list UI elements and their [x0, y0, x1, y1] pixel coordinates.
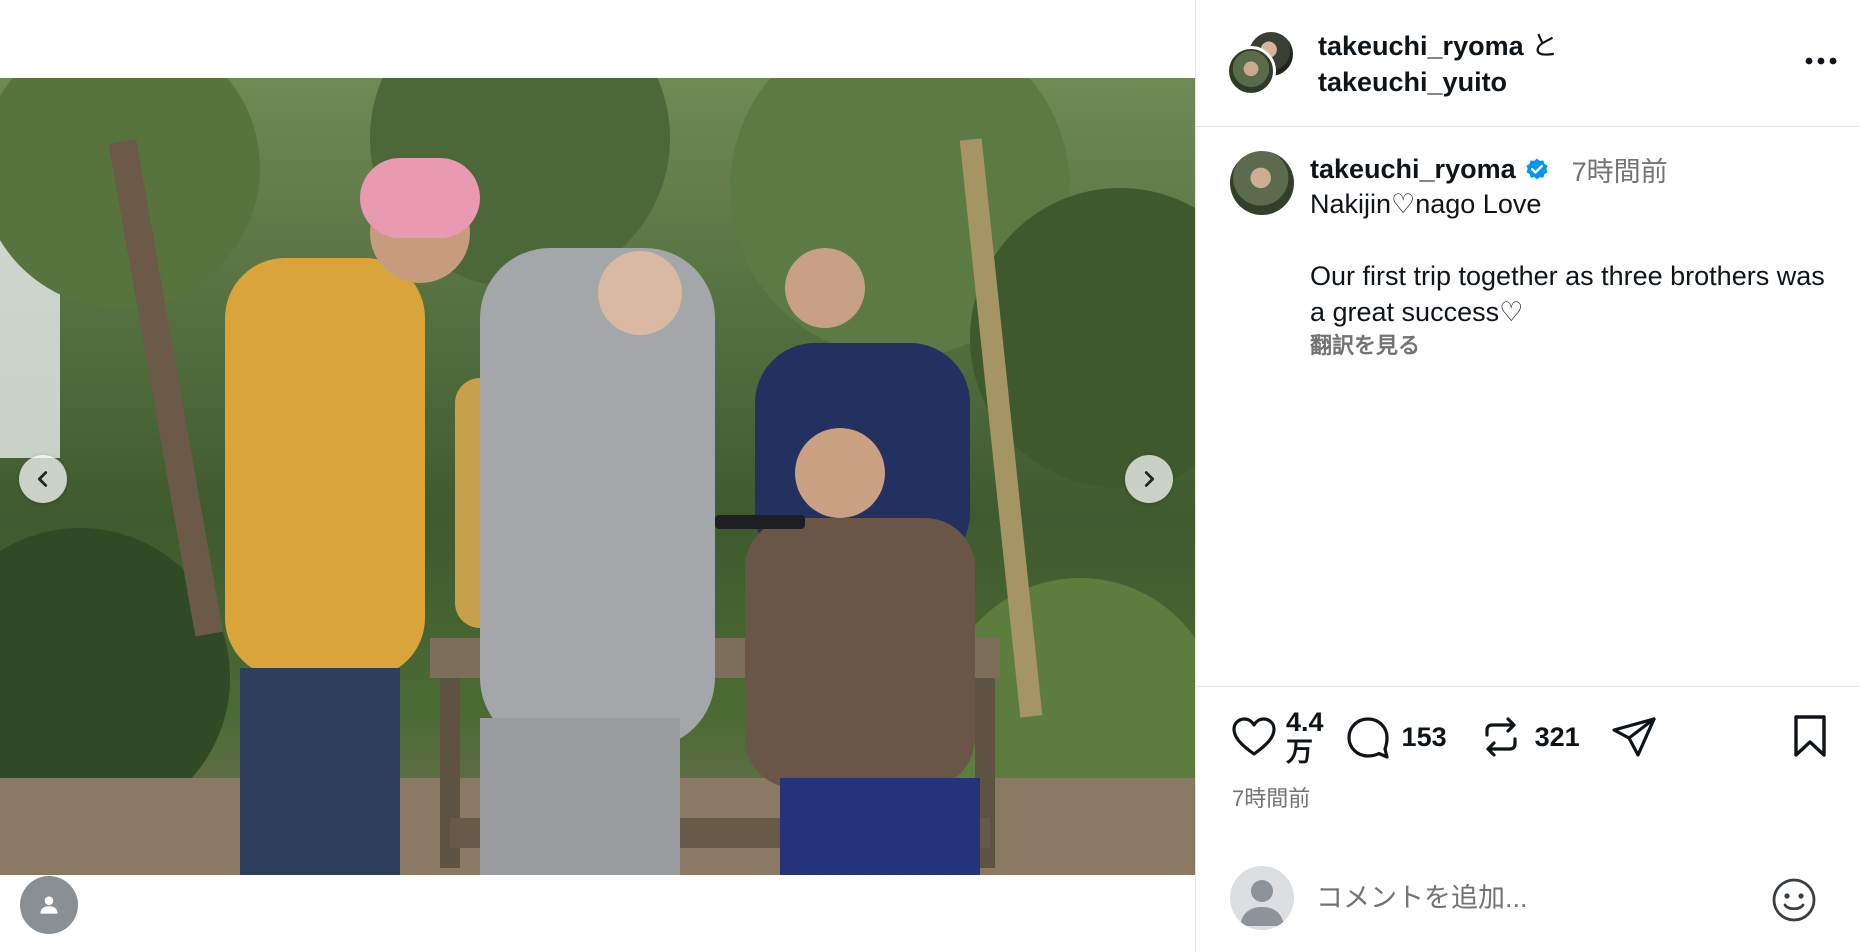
tagged-users-button[interactable]	[20, 876, 78, 934]
repost-icon	[1485, 717, 1517, 757]
more-horizontal-icon	[1805, 57, 1837, 65]
media-pane	[0, 0, 1195, 952]
carousel-prev-button[interactable]	[19, 455, 67, 503]
caption-line: Nakijin♡nago Love	[1310, 189, 1542, 219]
caption-timestamp: 7時間前	[1571, 157, 1668, 187]
comment-count: 153	[1401, 721, 1447, 752]
comment-input[interactable]	[1316, 876, 1746, 920]
like-count: 4.4 万	[1286, 707, 1324, 767]
caption-text: Nakijin♡nago Love Our first trip togethe…	[1310, 186, 1840, 330]
author-conjunction: と	[1531, 31, 1559, 61]
see-translation-link[interactable]: 翻訳を見る	[1310, 328, 1420, 360]
chevron-left-icon	[37, 471, 48, 487]
heart-icon	[1232, 717, 1276, 756]
like-button[interactable]: 4.4 万	[1230, 707, 1324, 767]
post-caption: takeuchi_ryoma 7時間前 Nakijin♡nago Love Ou…	[1196, 128, 1860, 686]
avatar	[1230, 866, 1294, 930]
save-button[interactable]	[1788, 713, 1832, 764]
carousel-next-button[interactable]	[1125, 455, 1173, 503]
collab-author-names: takeuchi_ryoma と takeuchi_yuito	[1318, 28, 1558, 100]
bookmark-icon	[1794, 715, 1826, 757]
author-link[interactable]: takeuchi_yuito	[1318, 64, 1558, 100]
comment-composer	[1196, 831, 1860, 952]
post-sidebar: takeuchi_ryoma と takeuchi_yuito takeuchi…	[1195, 0, 1860, 952]
caption-line: Our first trip together as three brother…	[1310, 261, 1825, 327]
collab-avatars[interactable]	[1226, 29, 1296, 99]
action-bar: 4.4 万 153 321	[1230, 707, 1658, 767]
person-icon	[40, 896, 58, 914]
comment-bubble-icon	[1346, 717, 1389, 759]
more-options-button[interactable]	[1796, 43, 1846, 79]
like-count-value: 4.4	[1286, 707, 1324, 737]
post-photo-image	[0, 78, 1195, 875]
smiley-icon	[1772, 878, 1816, 922]
chevron-right-icon	[1144, 471, 1155, 487]
like-count-unit: 万	[1286, 737, 1313, 767]
post-actions: 4.4 万 153 321 7時間前	[1196, 686, 1860, 831]
post-photo[interactable]	[0, 78, 1195, 875]
paper-plane-icon	[1612, 717, 1656, 757]
post-timestamp: 7時間前	[1232, 786, 1311, 811]
person-icon	[1240, 880, 1284, 926]
comment-button[interactable]: 153	[1344, 713, 1447, 761]
post-header: takeuchi_ryoma と takeuchi_yuito	[1196, 0, 1860, 127]
caption-username[interactable]: takeuchi_ryoma	[1310, 154, 1516, 185]
repost-button[interactable]: 321	[1477, 713, 1580, 761]
avatar	[1226, 46, 1276, 96]
author-link[interactable]: takeuchi_ryoma	[1318, 31, 1524, 61]
caption-header: takeuchi_ryoma 7時間前	[1310, 150, 1668, 189]
repost-count: 321	[1534, 721, 1580, 752]
emoji-button[interactable]	[1770, 876, 1818, 924]
share-button[interactable]	[1610, 713, 1658, 761]
avatar[interactable]	[1230, 151, 1294, 215]
verified-badge-icon	[1526, 158, 1548, 179]
